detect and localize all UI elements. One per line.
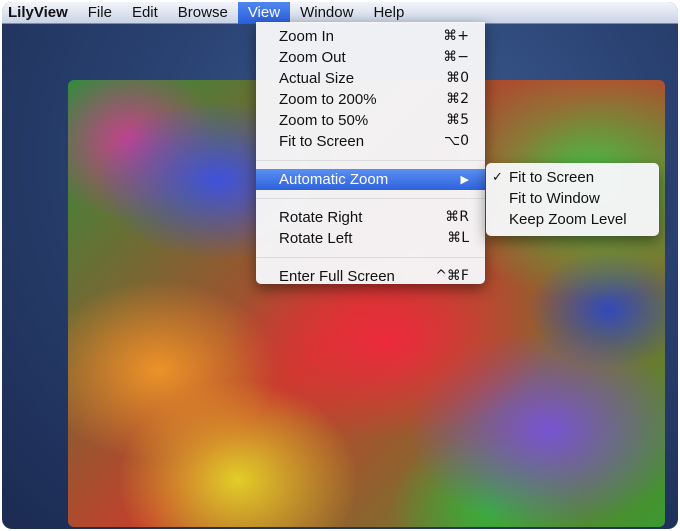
menu-item-enter-full-screen[interactable]: Enter Full Screen ^⌘F: [256, 266, 485, 287]
label: Actual Size: [279, 70, 355, 87]
label: Fit to Screen: [509, 169, 595, 186]
submenu-item-fit-to-window[interactable]: Fit to Window: [486, 188, 659, 209]
label: Enter Full Screen: [279, 268, 395, 285]
menu-bar: LilyView File Edit Browse View Window He…: [2, 2, 678, 24]
label: Zoom Out: [279, 49, 346, 66]
app-menu[interactable]: LilyView: [2, 2, 78, 24]
shortcut: ^⌘F: [435, 268, 469, 284]
label: Zoom to 200%: [279, 91, 377, 108]
label: Zoom to 50%: [279, 112, 369, 129]
shortcut: ⌘R: [445, 209, 469, 225]
menu-help[interactable]: Help: [363, 2, 414, 24]
menu-item-fit-to-screen[interactable]: Fit to Screen ⌥0: [256, 131, 485, 152]
label: Automatic Zoom: [279, 171, 389, 188]
menu-item-rotate-left[interactable]: Rotate Left ⌘L: [256, 228, 485, 249]
shortcut: ⌘−: [443, 49, 469, 65]
checkmark-icon: ✓: [492, 170, 503, 185]
label: Rotate Left: [279, 230, 353, 247]
menu-item-zoom-50[interactable]: Zoom to 50% ⌘5: [256, 110, 485, 131]
shortcut: ⌥0: [443, 133, 469, 149]
menu-item-zoom-out[interactable]: Zoom Out ⌘−: [256, 47, 485, 68]
automatic-zoom-submenu: ✓ Fit to Screen Fit to Window Keep Zoom L…: [486, 163, 659, 236]
label: Zoom In: [279, 28, 335, 45]
shortcut: ⌘+: [443, 28, 469, 44]
menu-view[interactable]: View: [237, 2, 291, 24]
separator: [256, 198, 485, 199]
shortcut: ⌘0: [446, 70, 469, 86]
label: Keep Zoom Level: [509, 211, 627, 228]
submenu-arrow-icon: ▶: [460, 173, 469, 186]
menu-item-zoom-in[interactable]: Zoom In ⌘+: [256, 26, 485, 47]
submenu-item-fit-to-screen[interactable]: ✓ Fit to Screen: [486, 167, 659, 188]
shortcut: ⌘L: [447, 230, 469, 246]
label: Rotate Right: [279, 209, 363, 226]
shortcut: ⌘5: [446, 112, 469, 128]
view-menu: Zoom In ⌘+ Zoom Out ⌘− Actual Size ⌘0 Zoom …: [256, 22, 485, 287]
separator: [256, 160, 485, 161]
menu-item-automatic-zoom[interactable]: Automatic Zoom ▶: [256, 169, 485, 190]
menu-item-zoom-200[interactable]: Zoom to 200% ⌘2: [256, 89, 485, 110]
submenu-item-keep-zoom-level[interactable]: Keep Zoom Level: [486, 209, 659, 230]
menu-browse[interactable]: Browse: [168, 2, 238, 24]
menu-edit[interactable]: Edit: [122, 2, 168, 24]
separator: [256, 257, 485, 258]
shortcut: ⌘2: [446, 91, 469, 107]
menu-item-rotate-right[interactable]: Rotate Right ⌘R: [256, 207, 485, 228]
menu-item-actual-size[interactable]: Actual Size ⌘0: [256, 68, 485, 89]
label: Fit to Screen: [279, 133, 365, 150]
menu-file[interactable]: File: [78, 2, 122, 24]
label: Fit to Window: [509, 190, 600, 207]
menu-window[interactable]: Window: [290, 2, 363, 24]
